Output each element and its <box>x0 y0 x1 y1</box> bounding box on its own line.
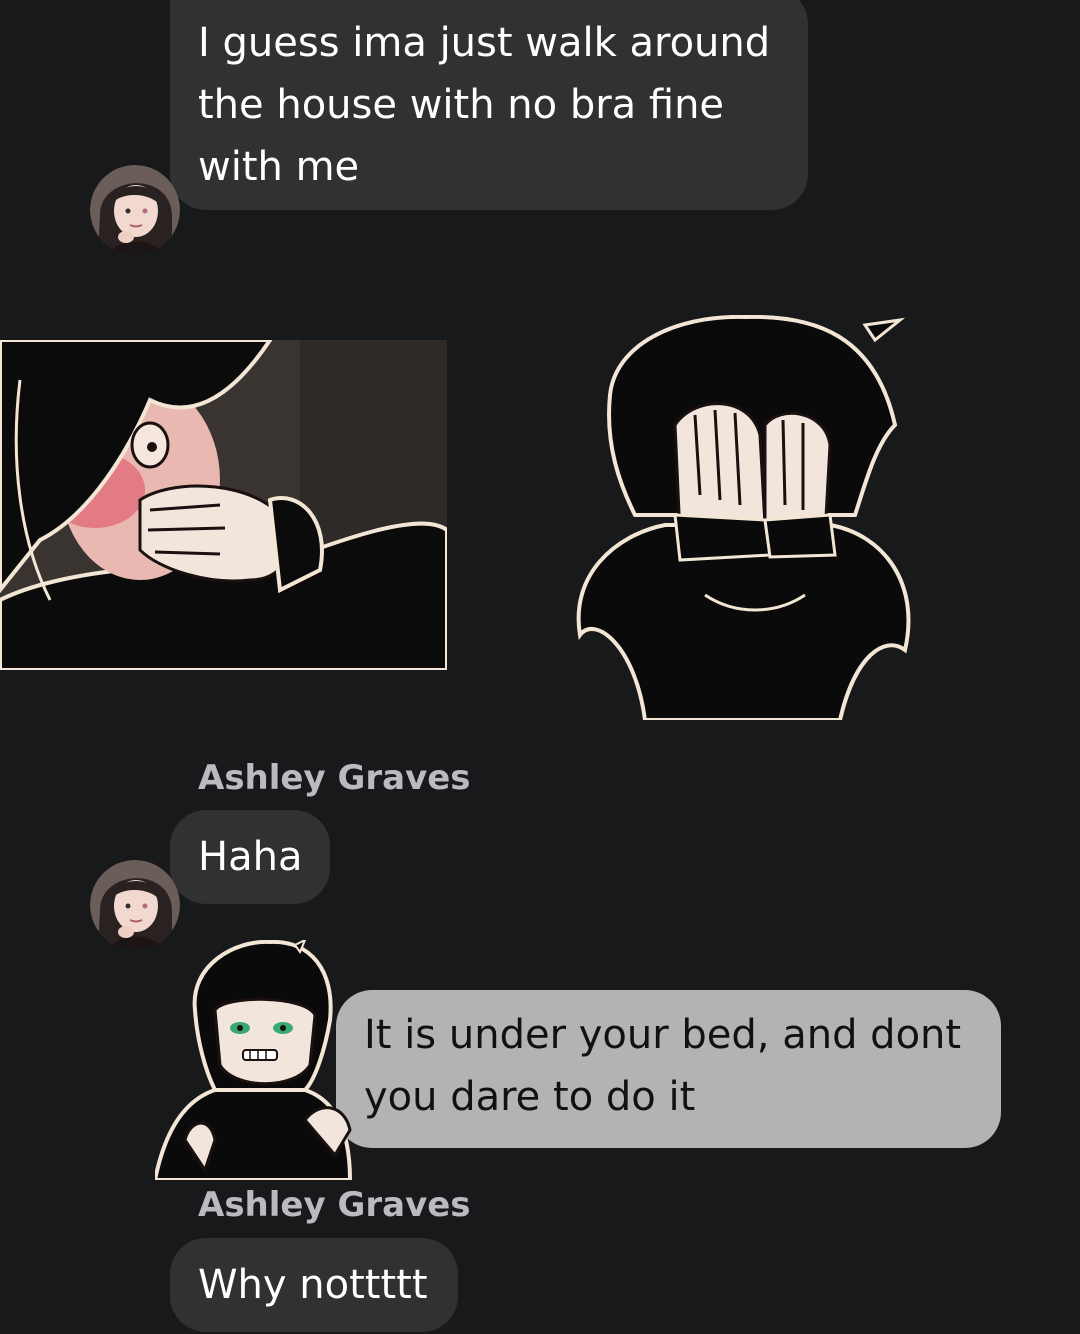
contact-avatar[interactable] <box>90 860 180 950</box>
face-in-hands-sticker[interactable] <box>575 314 920 722</box>
sender-name: Ashley Graves <box>198 758 471 798</box>
message-text: Why nottttt <box>198 1262 428 1308</box>
annoyed-boy-sticker[interactable] <box>152 937 365 1182</box>
message-bubble-outgoing[interactable]: It is under your bed, and dont you dare … <box>336 990 1001 1148</box>
chat-thread: I guess ima just walk around the house w… <box>0 0 1080 1334</box>
message-text: It is under your bed, and dont you dare … <box>364 1012 962 1120</box>
sender-name: Ashley Graves <box>198 1185 471 1225</box>
message-bubble-incoming[interactable]: I guess ima just walk around the house w… <box>170 0 808 210</box>
blushing-boy-sticker[interactable] <box>0 338 449 672</box>
message-text: Haha <box>198 834 303 880</box>
message-bubble-incoming[interactable]: Haha <box>170 810 330 904</box>
message-text: I guess ima just walk around the house w… <box>198 20 771 190</box>
message-bubble-incoming[interactable]: Why nottttt <box>170 1238 458 1332</box>
contact-avatar[interactable] <box>90 165 180 255</box>
